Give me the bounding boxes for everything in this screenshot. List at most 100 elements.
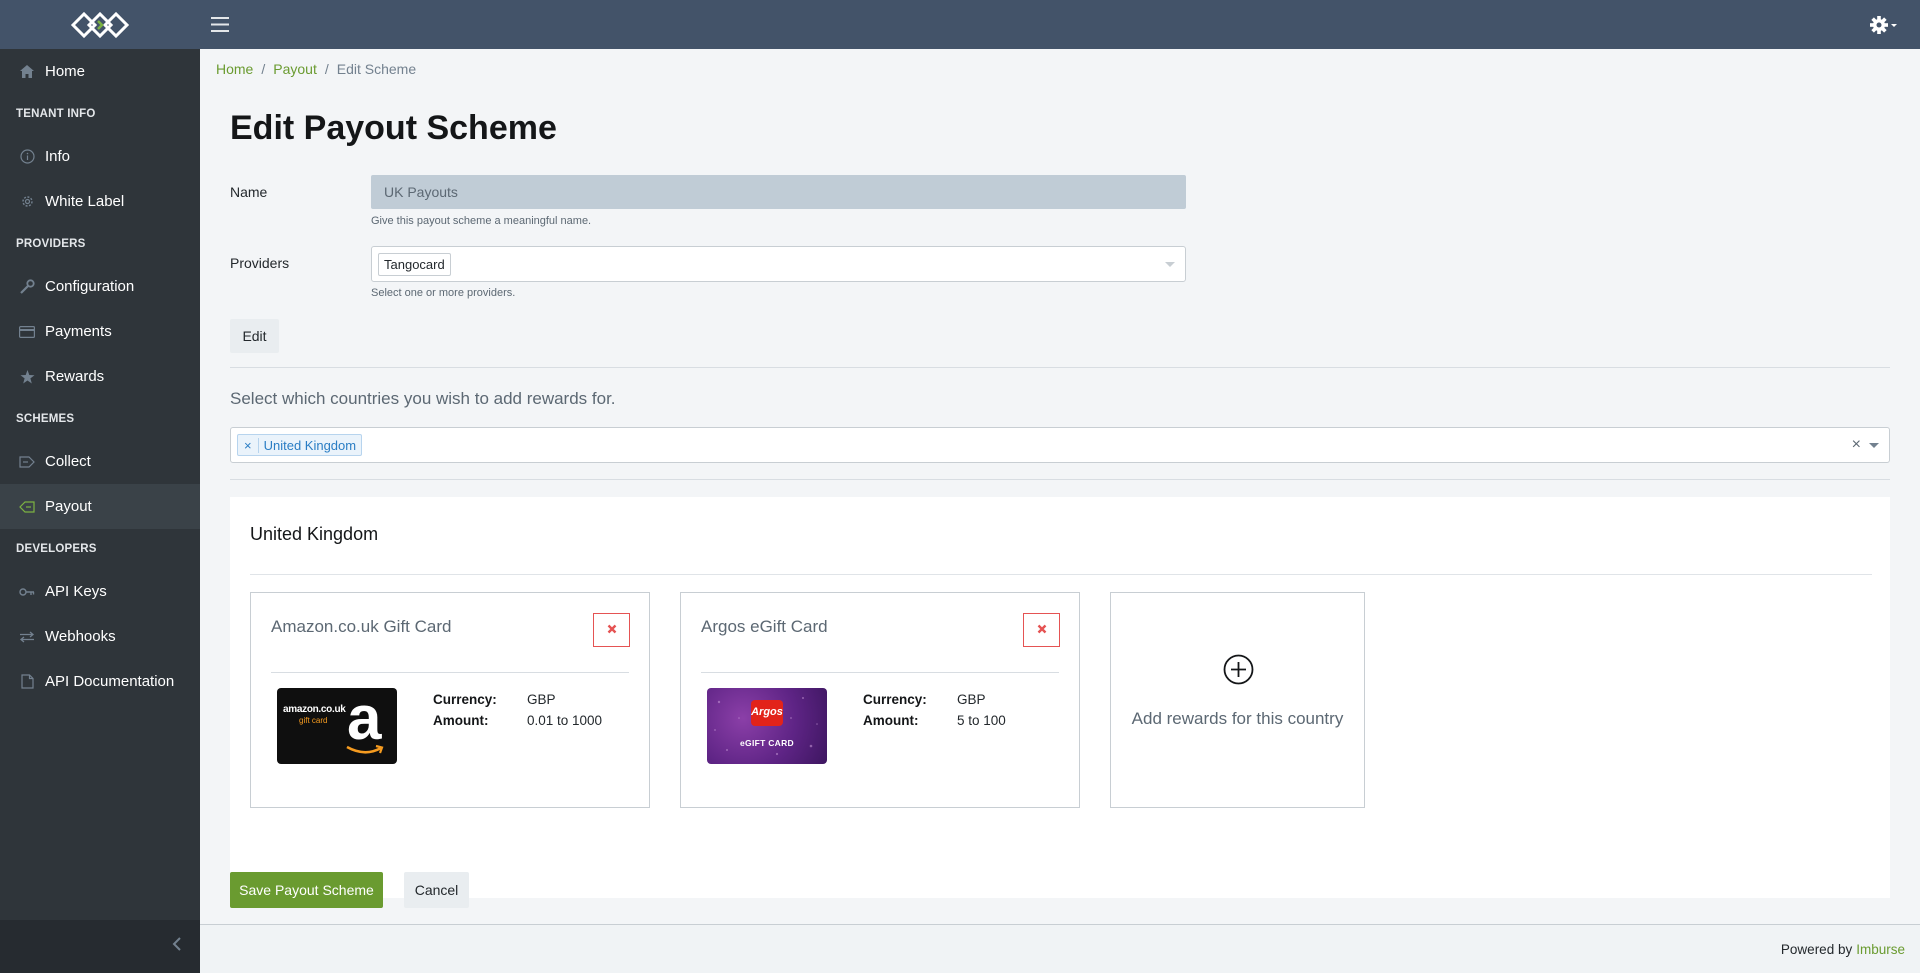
edit-button[interactable]: Edit (230, 319, 279, 353)
imburse-logo-icon[interactable] (0, 0, 200, 49)
amount-label: Amount: (863, 713, 919, 728)
reward-card: Amazon.co.uk Gift Card amazon.co.uk gift… (250, 592, 650, 808)
currency-value: GBP (957, 692, 986, 707)
cog-icon (19, 194, 35, 210)
plus-circle-icon (1223, 654, 1254, 690)
argos-brand-text: Argos (751, 706, 783, 718)
sidebar-item-payments[interactable]: Payments (0, 309, 200, 354)
amount-value: 5 to 100 (957, 713, 1006, 728)
providers-label: Providers (230, 255, 290, 271)
sidebar: Home TENANT INFO Info White Label PROVID… (0, 49, 200, 973)
provider-tag[interactable]: Tangocard (378, 252, 451, 276)
imburse-link[interactable]: Imburse (1856, 942, 1905, 957)
chevron-down-icon[interactable] (1869, 443, 1879, 448)
star-icon (19, 369, 35, 385)
info-icon (19, 149, 35, 165)
amazon-brand-text: amazon.co.uk (283, 704, 346, 715)
countries-prompt: Select which countries you wish to add r… (230, 389, 616, 408)
egift-card-text: eGIFT CARD (740, 738, 794, 748)
name-label: Name (230, 184, 268, 200)
sidebar-minimizer[interactable] (0, 920, 200, 973)
divider (230, 479, 1890, 480)
remove-tag-icon[interactable]: × (238, 437, 259, 453)
hamburger-icon[interactable] (200, 5, 240, 45)
amount-value: 0.01 to 1000 (527, 713, 603, 728)
sidebar-item-label: Webhooks (45, 628, 116, 645)
breadcrumb-separator: / (324, 61, 329, 77)
sidebar-item-payout[interactable]: Payout (0, 484, 200, 529)
amazon-sub-text: gift card (299, 716, 328, 725)
sidebar-item-label: Rewards (45, 368, 105, 385)
chevron-left-icon[interactable] (172, 936, 182, 957)
breadcrumb-separator: / (261, 61, 266, 77)
sidebar-item-white-label[interactable]: White Label (0, 179, 200, 224)
main-content: Home / Payout / Edit Scheme Edit Payout … (200, 49, 1920, 924)
sidebar-item-api-keys[interactable]: API Keys (0, 569, 200, 614)
sidebar-section-developers: DEVELOPERS (16, 543, 97, 555)
document-icon (19, 674, 35, 690)
sidebar-item-label: API Keys (45, 583, 107, 600)
chevron-down-icon[interactable] (1165, 262, 1175, 267)
sidebar-item-home[interactable]: Home (0, 49, 200, 94)
sidebar-item-api-documentation[interactable]: API Documentation (0, 659, 200, 704)
sidebar-item-collect[interactable]: Collect (0, 439, 200, 484)
sidebar-item-label: Collect (45, 453, 91, 470)
divider (271, 672, 629, 673)
sparkle-pattern-icon (714, 697, 818, 756)
reward-card-title: Amazon.co.uk Gift Card (271, 617, 452, 636)
currency-value: GBP (527, 692, 556, 707)
sidebar-item-configuration[interactable]: Configuration (0, 264, 200, 309)
sidebar-item-label: Home (45, 63, 86, 80)
exchange-icon (19, 629, 35, 645)
sidebar-item-rewards[interactable]: Rewards (0, 354, 200, 399)
close-icon (1037, 621, 1047, 639)
name-input[interactable] (371, 175, 1186, 209)
page-footer: Powered by Imburse (200, 924, 1920, 973)
country-tag: × United Kingdom (237, 434, 363, 456)
reward-card: Argos eGift Card Argos eGIFT CARD Curren… (680, 592, 1080, 808)
currency-label: Currency: (863, 692, 927, 707)
cancel-button[interactable]: Cancel (404, 872, 469, 908)
sidebar-item-label: Payout (45, 498, 92, 515)
providers-select[interactable]: Tangocard (371, 246, 1186, 282)
top-header (0, 0, 1920, 49)
sidebar-item-label: Configuration (45, 278, 135, 295)
sidebar-section-providers: PROVIDERS (16, 238, 86, 250)
sidebar-section-tenant: TENANT INFO (16, 108, 96, 120)
reward-card-info: Currency: GBP Amount: 5 to 100 (863, 692, 1006, 734)
remove-reward-button[interactable] (593, 613, 630, 647)
divider (701, 672, 1059, 673)
sidebar-section-schemes: SCHEMES (16, 413, 75, 425)
wrench-icon (19, 279, 35, 295)
sidebar-item-label: API Documentation (45, 673, 175, 690)
name-help-text: Give this payout scheme a meaningful nam… (371, 215, 592, 227)
breadcrumb: Home / Payout / Edit Scheme (216, 61, 416, 77)
country-title: United Kingdom (250, 524, 379, 544)
breadcrumb-payout[interactable]: Payout (273, 61, 317, 77)
home-icon (19, 64, 35, 80)
sidebar-item-webhooks[interactable]: Webhooks (0, 614, 200, 659)
close-icon (607, 621, 617, 639)
divider (230, 367, 1890, 368)
clear-icon[interactable]: × (1852, 436, 1861, 454)
add-rewards-text: Add rewards for this country (1131, 709, 1344, 728)
country-tag-label: United Kingdom (263, 437, 357, 453)
providers-help-text: Select one or more providers. (371, 287, 516, 299)
amount-label: Amount: (433, 713, 489, 728)
payout-arrow-icon (19, 499, 35, 515)
amazon-smile-icon (346, 744, 384, 754)
credit-card-icon (19, 324, 35, 340)
gear-icon[interactable] (1862, 0, 1906, 49)
reward-card-title: Argos eGift Card (701, 617, 828, 636)
countries-select[interactable]: × United Kingdom × (230, 427, 1890, 463)
sidebar-item-label: Payments (45, 323, 112, 340)
save-button[interactable]: Save Payout Scheme (230, 872, 383, 908)
country-panel: United Kingdom Amazon.co.uk Gift Card am… (230, 497, 1890, 898)
breadcrumb-home[interactable]: Home (216, 61, 253, 77)
add-rewards-card[interactable]: Add rewards for this country (1110, 592, 1365, 808)
sidebar-item-info[interactable]: Info (0, 134, 200, 179)
argos-gift-card-image: Argos eGIFT CARD (707, 688, 827, 764)
amazon-gift-card-image: amazon.co.uk gift card a (277, 688, 397, 764)
remove-reward-button[interactable] (1023, 613, 1060, 647)
reward-card-info: Currency: GBP Amount: 0.01 to 1000 (433, 692, 602, 734)
